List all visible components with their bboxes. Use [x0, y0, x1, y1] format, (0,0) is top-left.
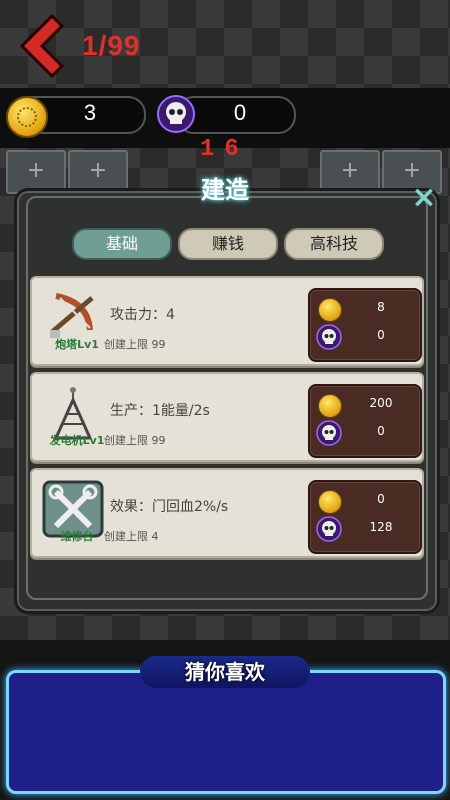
skull-icon: [316, 420, 342, 446]
back-arrow-icon[interactable]: [12, 12, 66, 80]
item-limit: 创建上限 99: [104, 338, 166, 351]
coin-cost: 8: [377, 300, 385, 314]
skull-value: 0: [233, 100, 247, 125]
cost-box[interactable]: 0 128: [308, 480, 422, 554]
dialog-title: 建造: [201, 176, 249, 204]
skull-icon: [316, 516, 342, 542]
coin-value: 3: [83, 100, 97, 125]
ad-title: 猜你喜欢: [140, 656, 310, 688]
cost-box[interactable]: 8 0: [308, 288, 422, 362]
item-stat: 效果：门回血2%/s: [110, 499, 229, 515]
coin-cost: 200: [369, 396, 393, 410]
tab-earn[interactable]: 赚钱: [178, 228, 278, 260]
tab-hightech[interactable]: 高科技: [284, 228, 384, 260]
coin-icon: [318, 298, 342, 322]
skull-icon: [157, 95, 195, 133]
coin-icon: [6, 96, 48, 138]
level-counter: 1/99: [82, 30, 141, 61]
skull-icon: [316, 324, 342, 350]
build-item-repair-station[interactable]: 维修台 效果：门回血2%/s 创建上限 4 0 128: [30, 468, 424, 558]
item-stat: 生产：1能量/2s: [110, 403, 210, 419]
cost-box[interactable]: 200 0: [308, 384, 422, 458]
plus-icon: +: [88, 158, 108, 183]
close-icon[interactable]: ×: [410, 183, 438, 213]
item-stat: 攻击力：4: [110, 307, 175, 323]
item-limit: 创建上限 99: [104, 434, 166, 447]
build-item-turret[interactable]: 炮塔Lv1 攻击力：4 创建上限 99 8 0: [30, 276, 424, 366]
plus-icon: +: [340, 158, 360, 183]
wave-countdown: 16: [200, 136, 249, 163]
ad-banner[interactable]: [6, 670, 446, 794]
coin-cost: 0: [377, 492, 385, 506]
skull-cost: 0: [377, 424, 385, 438]
item-limit: 创建上限 4: [104, 530, 159, 543]
build-item-generator[interactable]: 发电机Lv1 生产：1能量/2s 创建上限 99 200 0: [30, 372, 424, 462]
skull-cost: 128: [369, 520, 393, 534]
skull-cost: 0: [377, 328, 385, 342]
coin-icon: [318, 394, 342, 418]
tab-basic[interactable]: 基础: [72, 228, 172, 260]
coin-icon: [318, 490, 342, 514]
plus-icon: +: [26, 158, 46, 183]
